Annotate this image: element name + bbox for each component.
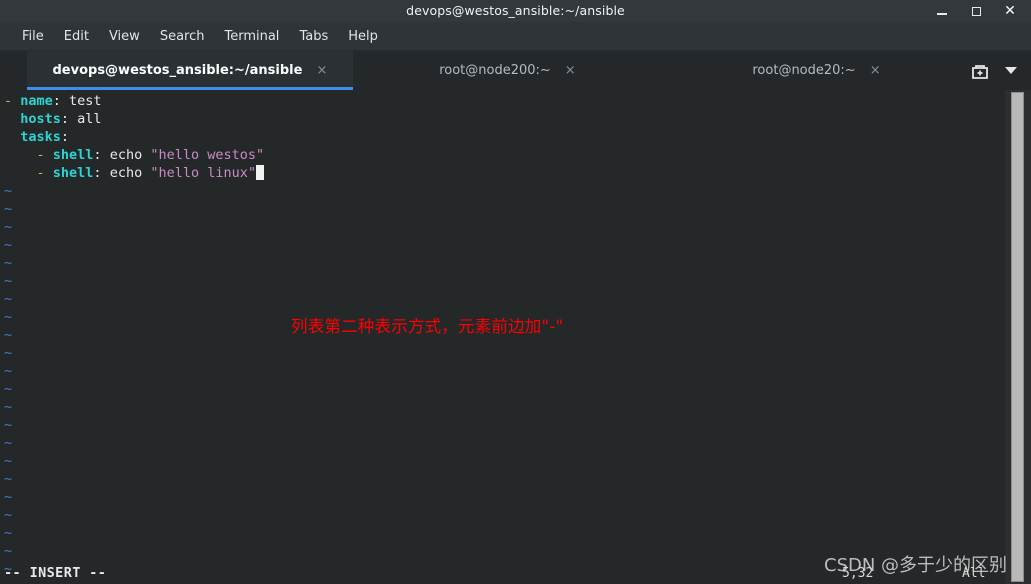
vim-token [4,129,20,145]
menu-item-tabs[interactable]: Tabs [289,27,338,46]
menu-item-view[interactable]: View [99,27,150,46]
vim-token: name [20,93,53,109]
tab-close-icon[interactable]: × [565,63,576,78]
vim-token: echo [109,147,151,163]
vim-token [4,111,20,127]
vim-empty-line-marker: ~ [4,399,13,415]
vim-token: shell [52,147,94,163]
tab-close-icon[interactable]: × [870,63,881,78]
tab-root-node20[interactable]: root@node20:~ × [661,51,972,90]
vim-token: shell [52,165,94,181]
vim-empty-line-marker: ~ [4,237,13,253]
tab-label: root@node200:~ [439,63,551,78]
tab-label: devops@westos_ansible:~/ansible [52,63,303,78]
title-bar: devops@westos_ansible:~/ansible ✕ [0,0,1031,22]
tab-bar-spacer [0,51,27,90]
vim-empty-line-marker: ~ [4,471,13,487]
maximize-button[interactable] [969,4,983,18]
vim-token: hosts [20,111,61,127]
close-icon: ✕ [1004,3,1016,19]
vim-empty-line-marker: ~ [4,381,13,397]
vim-empty-line-marker: ~ [4,273,13,289]
vim-buffer-line: - shell: echo "hello linux" [4,164,1005,182]
text-cursor [256,165,264,180]
vim-token: : [60,129,70,145]
menu-item-search[interactable]: Search [150,27,215,46]
menu-item-terminal[interactable]: Terminal [214,27,289,46]
vim-empty-line-marker: ~ [4,183,13,199]
vim-buffer-line: tasks: [4,128,1005,146]
menu-bar: File Edit View Search Terminal Tabs Help [0,22,1031,51]
window-title: devops@westos_ansible:~/ansible [406,2,625,18]
vim-token: - [4,93,21,109]
vim-buffer-line: - shell: echo "hello westos" [4,146,1005,164]
menu-item-edit[interactable]: Edit [54,27,99,46]
vim-text-area[interactable]: - name: test hosts: all tasks: - shell: … [4,92,1005,182]
vim-editor-screen[interactable]: - name: test hosts: all tasks: - shell: … [0,90,1005,584]
vim-cursor-position: 5,32 [842,565,874,581]
menu-item-help[interactable]: Help [338,27,388,46]
vim-empty-line-marker: ~ [4,201,13,217]
vim-token: : [60,111,78,127]
vim-buffer-line: hosts: all [4,110,1005,128]
vim-empty-line-marker: ~ [4,417,13,433]
vim-token: - [4,165,53,181]
tab-devops-ansible[interactable]: devops@westos_ansible:~/ansible × [26,51,353,90]
terminal-window: devops@westos_ansible:~/ansible ✕ File E… [0,0,1031,584]
vim-empty-line-marker: ~ [4,507,13,523]
maximize-icon [971,6,981,16]
vim-token: test [69,93,102,109]
vim-empty-line-marker: ~ [4,489,13,505]
vim-empty-line-marker: ~ [4,219,13,235]
new-tab-icon[interactable] [971,63,989,79]
tab-close-icon[interactable]: × [316,63,327,78]
tab-bar-actions [971,51,1031,90]
vim-token: : [93,165,110,181]
vim-empty-line-marker: ~ [4,345,13,361]
close-button[interactable]: ✕ [1003,4,1017,18]
vim-mode-indicator: -- INSERT -- [4,565,107,581]
annotation-text: 列表第二种表示方式，元素前边加"-" [291,317,564,336]
menu-item-file[interactable]: File [12,27,54,46]
vim-token: all [77,111,102,127]
vim-empty-line-marker: ~ [4,435,13,451]
vim-empty-line-marker: ~ [4,291,13,307]
terminal-scrollbar[interactable] [1005,90,1031,584]
tab-label: root@node20:~ [752,63,856,78]
vim-token: "hello linux" [150,165,256,181]
tab-bar: devops@westos_ansible:~/ansible × root@n… [0,51,1031,90]
vim-empty-line-marker: ~ [4,543,13,559]
minimize-button[interactable] [935,4,949,18]
vim-empty-line-marker: ~ [4,453,13,469]
tab-root-node200[interactable]: root@node200:~ × [352,51,662,90]
window-controls: ✕ [935,0,1025,22]
vim-token: echo [109,165,151,181]
chevron-down-icon[interactable] [1005,67,1018,74]
vim-empty-line-marker: ~ [4,525,13,541]
vim-token: "hello westos" [150,147,265,163]
vim-status-line: -- INSERT -- 5,32 All [0,562,1005,584]
vim-empty-lines: ~~~~~~~~~~~~~~~~~~~~~~~~~ [4,182,1005,584]
vim-token: : [93,147,110,163]
minimize-icon [937,13,947,15]
vim-scroll-indicator: All [962,565,986,581]
vim-buffer-line: - name: test [4,92,1005,110]
vim-token: tasks [20,129,61,145]
vim-token: : [52,93,70,109]
scrollbar-thumb[interactable] [1011,92,1024,582]
terminal-body[interactable]: - name: test hosts: all tasks: - shell: … [0,90,1031,584]
vim-empty-line-marker: ~ [4,363,13,379]
vim-empty-line-marker: ~ [4,255,13,271]
vim-token: - [4,147,53,163]
